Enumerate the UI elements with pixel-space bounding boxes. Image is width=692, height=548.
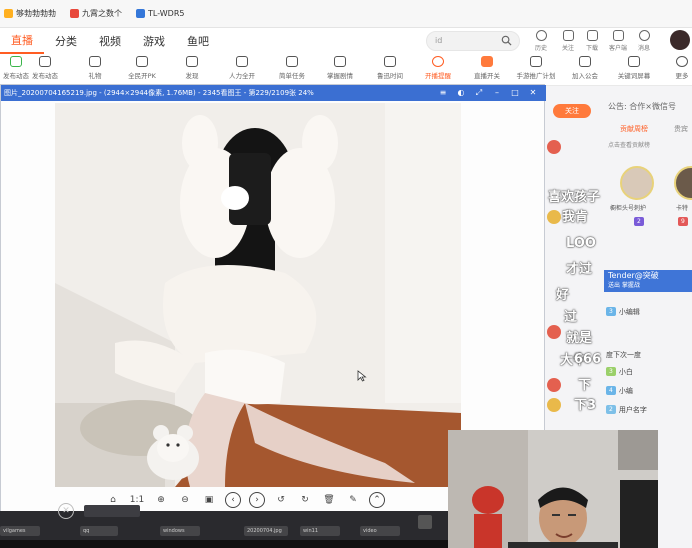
toolbar-item[interactable]: 更多 [662,56,692,84]
toolbar-item[interactable]: 发现 [172,56,212,84]
displayed-photo [55,103,461,487]
bookmark-item[interactable]: 够勃勃勃勃 [4,8,56,19]
rank-name: 橱柜头号刺护 [610,205,647,212]
danmu-input[interactable] [84,505,140,517]
bookmark-item[interactable]: TL-WDR5 [136,9,184,18]
history-icon[interactable]: 历史 [529,30,553,54]
client-icon[interactable]: 客户端 [606,30,630,54]
tab-weekly-rank[interactable]: 贡献周榜 [620,124,648,134]
bookmark-icon [4,9,13,18]
toolbar-item[interactable]: 掌握剧情 [320,56,360,84]
side-gift-icon[interactable] [547,210,561,224]
level-badge: 3 [606,367,616,376]
side-gift-icon[interactable] [547,398,561,412]
side-gift-icon[interactable] [547,140,561,154]
chat-message: 4 小编 [606,385,633,396]
close-icon[interactable]: ✕ [58,503,74,519]
rotate-left-icon[interactable]: ↺ [273,492,289,508]
toolbar-item[interactable]: 礼物 [75,56,115,84]
nav-item-yuba[interactable]: 鱼吧 [176,33,220,49]
menu-icon[interactable]: ≡ [438,88,448,98]
tab-vip[interactable]: 贵宾 [674,124,688,134]
more-icon[interactable]: ⌃ [369,492,385,508]
rank-subtitle: 点击查看贡献榜 [608,142,651,149]
danmu-text: 我肯 [562,210,589,225]
avatar[interactable] [670,30,690,50]
taskbar-item[interactable]: video [360,526,400,536]
danmu-text: 下3 [574,398,597,413]
side-gift-icon[interactable] [547,378,561,392]
nav-item-games[interactable]: 游戏 [132,33,176,49]
chat-message: 2 用户名字 [606,404,647,415]
skin-icon[interactable]: ◐ [456,88,466,98]
nav-item-live[interactable]: 直播 [0,28,44,54]
level-badge: 2 [634,217,644,226]
rank-name: 卡特 [676,205,689,212]
toolbar-item[interactable]: 发布动态 [25,56,65,84]
taskbar-item[interactable]: qq [80,526,118,536]
taskbar [0,540,448,548]
fullscreen-icon[interactable]: ⤢ [474,88,484,98]
toolbar-item[interactable]: 人力全开 [222,56,262,84]
taskbar-item[interactable]: 20200704.jpg [244,526,288,536]
danmu-text: 好 [556,288,570,303]
gift-banner: Tender@突破 送出 掌握战 [604,270,692,292]
rank-avatar[interactable] [620,166,654,200]
taskbar-item[interactable]: win11 [300,526,340,536]
maximize-icon[interactable]: □ [510,88,520,98]
danmu-text: 下 [578,378,592,393]
level-badge: 9 [678,217,688,226]
taskbar-item[interactable]: windows [160,526,200,536]
level-badge: 2 [606,405,616,414]
toolbar-item[interactable]: 直播开关 [467,56,507,84]
bookmark-icon [136,9,145,18]
previous-icon[interactable]: ‹ [225,492,241,508]
screen: 够勃勃勃勃 九霄之数个 TL-WDR5 直播 分类 视频 游戏 鱼吧 id 历史… [0,0,692,548]
danmu-text: 过 [564,310,578,325]
search-icon[interactable] [501,35,512,46]
webcam-overlay [448,430,658,548]
next-icon[interactable]: › [249,492,265,508]
bookmark-bar: 够勃勃勃勃 九霄之数个 TL-WDR5 [0,0,692,28]
toolbar-item[interactable]: 全民开PK [122,56,162,84]
minimize-icon[interactable]: – [492,88,502,98]
danmu-text: LOO [566,236,596,251]
danmu-text: 喜欢孩子 [548,190,601,205]
toolbar-item[interactable]: 手游推广计划 [516,56,556,84]
follow-icon[interactable]: 关注 [556,30,580,54]
rotate-right-icon[interactable]: ↻ [297,492,313,508]
toolbar-item[interactable]: 简单任务 [272,56,312,84]
delete-icon[interactable]: 🗑 [321,492,337,508]
chat-message: 3 小编辑 [606,306,640,317]
download-icon[interactable]: 下载 [580,30,604,54]
danmu-text: 666 [574,352,602,367]
message-icon[interactable]: 消息 [632,30,656,54]
chat-message: 度下次一度 [606,350,641,359]
toolbar-item[interactable]: 开播提醒 [418,56,458,84]
danmu-text: 才过 [566,262,593,277]
edit-icon[interactable]: ✎ [345,492,361,508]
side-gift-icon[interactable] [547,325,561,339]
zoom-in-icon[interactable]: ⊕ [153,492,169,508]
level-badge: 3 [606,307,616,316]
nav-item-category[interactable]: 分类 [44,33,88,49]
toolbar-item[interactable]: 鲁迅时间 [370,56,410,84]
level-badge: 4 [606,386,616,395]
bookmark-item[interactable]: 九霄之数个 [70,8,122,19]
bookmark-icon [70,9,79,18]
zoom-out-icon[interactable]: ⊖ [177,492,193,508]
toolbar-item[interactable]: 加入公会 [565,56,605,84]
follow-button[interactable]: 关注 [553,104,591,118]
notice-text: 公告: 合作×微信号 [608,102,676,111]
danmu-text: 就是 [566,331,593,346]
nav-item-video[interactable]: 视频 [88,33,132,49]
chat-message: 3 小白 [606,366,633,377]
toolbar: 发布动态 发布动态 礼物 全民开PK 发现 人力全开 简单任务 掌握剧情 鲁迅时… [0,54,692,86]
fit-icon[interactable]: ▣ [201,492,217,508]
close-icon[interactable]: ✕ [528,88,538,98]
cursor-icon [357,370,367,382]
chat-icon[interactable] [418,515,432,529]
toolbar-item[interactable]: 关键词屏幕 [614,56,654,84]
taskbar-item[interactable]: vilgames [0,526,40,536]
